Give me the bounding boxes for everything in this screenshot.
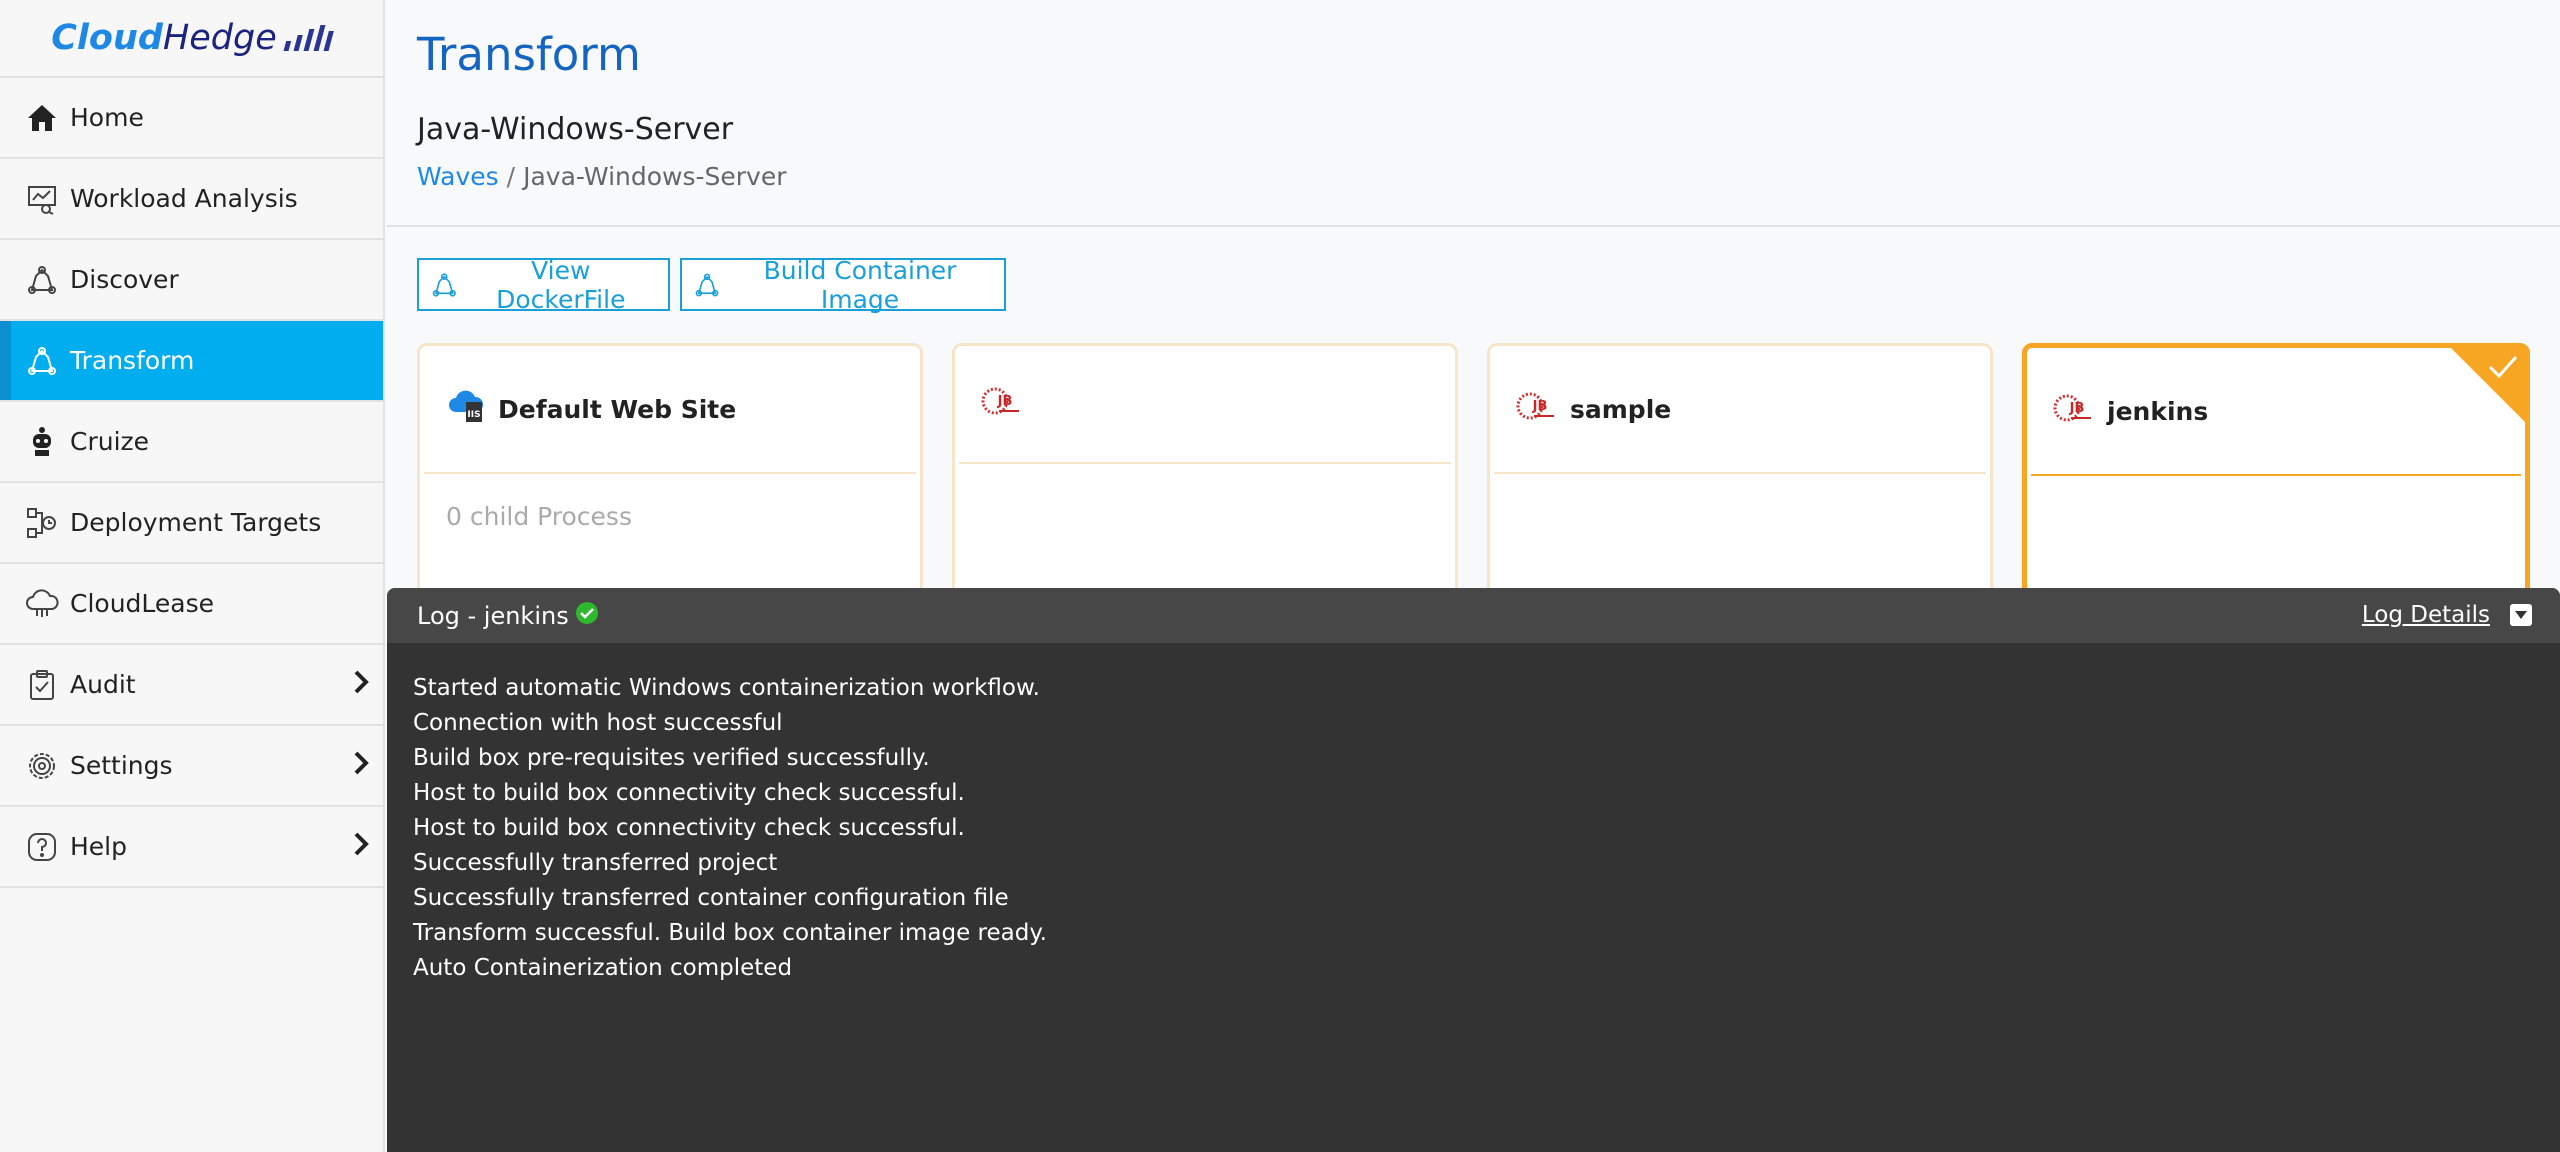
brand-part2: Hedge — [162, 18, 277, 58]
card-title: jenkins — [2107, 396, 2209, 426]
sidebar-item-label: Help — [70, 832, 127, 861]
transform-icon — [695, 273, 719, 296]
log-line: Host to build box connectivity check suc… — [413, 780, 965, 806]
log-line: Successfully transferred container confi… — [413, 885, 1009, 911]
svg-text:JB: JB — [1532, 399, 1548, 414]
sidebar-item-label: Transform — [70, 346, 195, 375]
sidebar-item-cloudlease[interactable]: CloudLease — [0, 564, 383, 645]
svg-text:IIS: IIS — [467, 410, 480, 420]
sidebar-item-transform[interactable]: Transform — [0, 321, 383, 402]
page-header: Transform Java-Windows-Server Waves / Java… — [387, 0, 2560, 227]
log-panel: Log - jenkins Log Details Started automa… — [387, 588, 2560, 1152]
log-body: Started automatic Windows containerizati… — [387, 643, 2560, 986]
page-title: Transform — [417, 28, 641, 81]
card-title: sample — [1570, 394, 1672, 424]
sidebar-item-audit[interactable]: Audit — [0, 645, 383, 726]
jboss-icon: JB — [2053, 390, 2097, 432]
child-process-count: 0 child Process — [446, 502, 632, 531]
sidebar-item-label: Deployment Targets — [70, 508, 322, 537]
sidebar-item-home[interactable]: Home — [0, 78, 383, 159]
jboss-icon: JB — [1516, 388, 1560, 430]
process-card[interactable]: JB — [952, 343, 1458, 603]
log-line: Host to build box connectivity check suc… — [413, 815, 965, 841]
deployment-icon — [24, 505, 60, 541]
sidebar-item-discover[interactable]: Discover — [0, 240, 383, 321]
process-card[interactable]: JB sample — [1487, 343, 1993, 603]
sidebar-item-settings[interactable]: Settings — [0, 726, 383, 807]
breadcrumb: Waves / Java-Windows-Server — [417, 162, 787, 191]
gear-icon — [24, 748, 60, 784]
transform-icon — [24, 343, 60, 379]
iis-icon: IIS — [446, 388, 488, 430]
success-check-icon — [575, 601, 599, 631]
sidebar-item-label: CloudLease — [70, 589, 215, 618]
log-line: Connection with host successful — [413, 710, 783, 736]
sidebar-item-label: Home — [70, 103, 144, 132]
view-dockerfile-label: View DockerFile — [496, 255, 626, 314]
breadcrumb-current: Java-Windows-Server — [523, 162, 787, 191]
chevron-right-icon — [353, 832, 369, 862]
sidebar-item-label: Workload Analysis — [70, 184, 298, 213]
breadcrumb-link-waves[interactable]: Waves — [417, 162, 499, 191]
svg-text:JB: JB — [997, 394, 1013, 409]
transform-icon — [432, 272, 456, 297]
chevron-right-icon — [353, 751, 369, 781]
help-icon — [24, 829, 60, 865]
sidebar-item-label: Audit — [70, 670, 136, 699]
log-header: Log - jenkins Log Details — [387, 588, 2560, 643]
sidebar-item-label: Settings — [70, 751, 173, 780]
card-title: Default Web Site — [498, 394, 737, 424]
log-title: Log - jenkins — [417, 601, 569, 630]
checkmark-icon — [2487, 354, 2519, 384]
process-card[interactable]: IIS Default Web Site 0 child Process — [417, 343, 923, 603]
card-header: IIS Default Web Site — [424, 346, 916, 474]
page-subtitle: Java-Windows-Server — [417, 112, 734, 147]
sidebar-item-cruize[interactable]: Cruize — [0, 402, 383, 483]
jboss-icon: JB — [981, 383, 1025, 425]
clipboard-icon — [24, 667, 60, 703]
breadcrumb-separator: / — [506, 162, 516, 191]
sidebar-item-label: Cruize — [70, 427, 150, 456]
sidebar-item-help[interactable]: Help — [0, 807, 383, 888]
log-line: Build box pre-requisites verified succes… — [413, 745, 930, 771]
sidebar-item-workload-analysis[interactable]: Workload Analysis — [0, 159, 383, 240]
analysis-icon — [24, 181, 60, 217]
sidebar: Cloud Hedge Home Workload Analysis Discov… — [0, 0, 385, 1152]
robot-icon — [24, 424, 60, 460]
log-line: Transform successful. Build box containe… — [413, 920, 1047, 946]
card-header: JB — [959, 346, 1451, 464]
sidebar-item-deployment-targets[interactable]: Deployment Targets — [0, 483, 383, 564]
cloudhedge-logo[interactable]: Cloud Hedge — [0, 0, 383, 78]
cloud-icon — [24, 586, 60, 622]
card-header: JB sample — [1494, 346, 1986, 474]
home-icon — [24, 100, 60, 136]
discover-icon — [24, 262, 60, 298]
brand-part1: Cloud — [51, 18, 163, 58]
log-line: Started automatic Windows containerizati… — [413, 675, 1040, 701]
collapse-toggle-icon[interactable] — [2510, 604, 2532, 626]
svg-text:JB: JB — [2069, 401, 2085, 416]
view-dockerfile-button[interactable]: View DockerFile — [417, 255, 670, 314]
log-line: Auto Containerization completed — [413, 955, 793, 981]
card-header: JB jenkins — [2031, 348, 2521, 476]
logo-bars-icon — [283, 25, 335, 51]
process-card-selected[interactable]: JB jenkins — [2022, 343, 2530, 603]
build-container-image-button[interactable]: Build Container Image — [680, 255, 1006, 314]
build-container-image-label: Build Container Image — [763, 255, 957, 314]
chevron-right-icon — [353, 670, 369, 700]
log-details-link[interactable]: Log Details — [2362, 602, 2490, 628]
log-line: Successfully transferred project — [413, 850, 778, 876]
sidebar-item-label: Discover — [70, 265, 179, 294]
